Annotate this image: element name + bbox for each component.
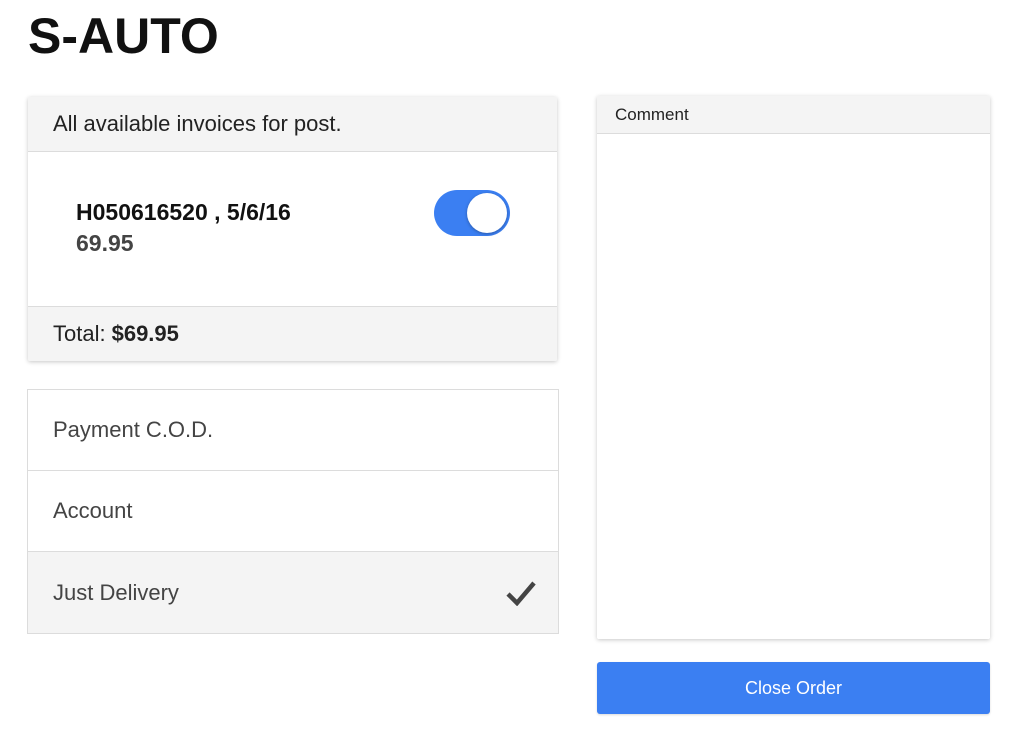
invoice-amount: 69.95	[76, 230, 134, 256]
total-value: $69.95	[111, 321, 179, 346]
checkmark-icon	[506, 581, 536, 606]
payment-options-list: Payment C.O.D. Account Just Delivery	[27, 389, 559, 634]
invoice-info: H050616520 , 5/6/16 69.95	[76, 197, 291, 259]
app-title: S-AUTO	[28, 8, 219, 64]
close-order-button[interactable]: Close Order	[597, 662, 990, 714]
payment-option-label: Payment C.O.D.	[53, 417, 214, 442]
invoice-id-date: H050616520 , 5/6/16	[76, 199, 291, 225]
payment-option-just-delivery[interactable]: Just Delivery	[28, 552, 558, 633]
payment-option-cod[interactable]: Payment C.O.D.	[28, 390, 558, 471]
comment-input[interactable]	[597, 134, 990, 639]
toggle-knob	[467, 193, 507, 233]
invoices-header: All available invoices for post.	[28, 97, 557, 152]
invoices-card: All available invoices for post. H050616…	[28, 97, 557, 361]
page: S-AUTO All available invoices for post. …	[0, 0, 1024, 748]
payment-option-account[interactable]: Account	[28, 471, 558, 552]
comment-label: Comment	[597, 96, 990, 134]
invoice-toggle[interactable]	[434, 190, 510, 236]
total-label: Total:	[53, 321, 106, 346]
payment-option-label: Just Delivery	[53, 579, 179, 605]
payment-option-label: Account	[53, 498, 133, 523]
invoice-row: H050616520 , 5/6/16 69.95	[28, 152, 557, 307]
comment-panel: Comment	[597, 96, 990, 639]
invoices-total: Total: $69.95	[28, 307, 557, 361]
